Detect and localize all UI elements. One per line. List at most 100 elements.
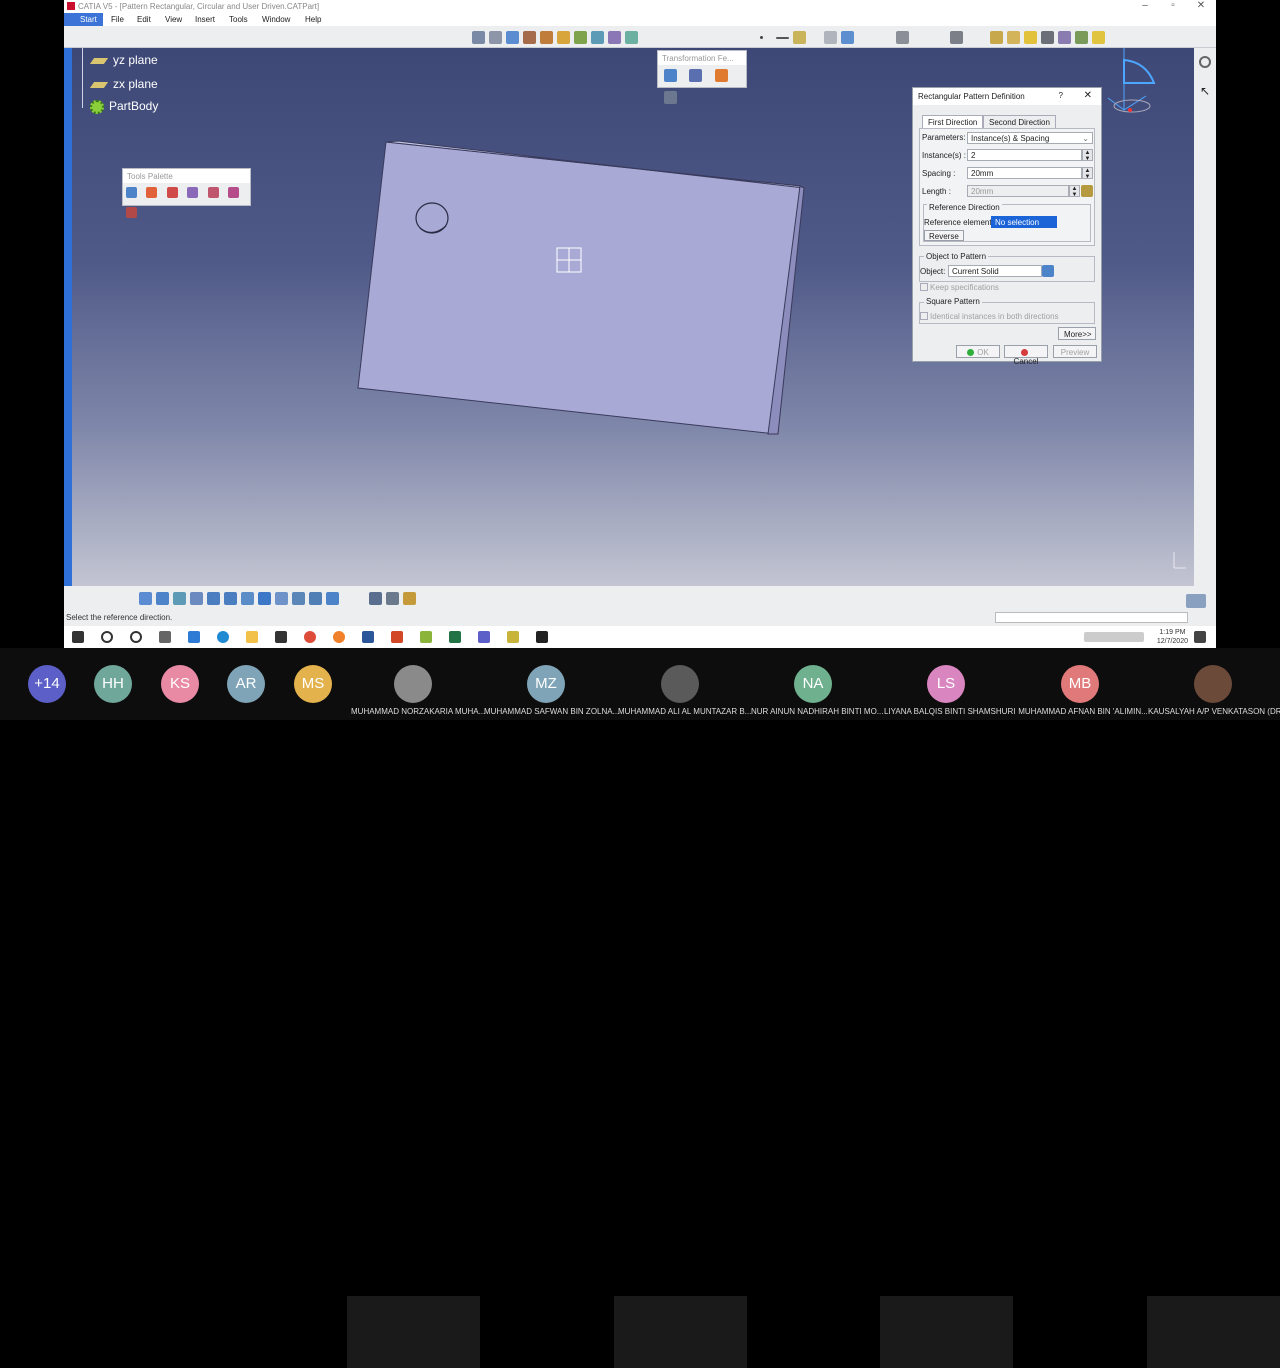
compass-icon[interactable] <box>1107 48 1156 113</box>
axis-system-icon[interactable] <box>1075 31 1088 44</box>
more-button[interactable]: More>> <box>1058 327 1096 340</box>
rectangular-pattern-dialog[interactable]: Rectangular Pattern Definition ? ✕ First… <box>912 87 1102 366</box>
shading-icon[interactable] <box>1007 31 1020 44</box>
word-icon[interactable] <box>362 631 374 643</box>
cortana-icon[interactable] <box>130 631 142 643</box>
line-icon[interactable] <box>776 37 789 39</box>
tab-first-direction[interactable]: First Direction <box>922 115 984 128</box>
formula-icon[interactable] <box>1081 185 1093 197</box>
stiffener-icon[interactable] <box>625 31 638 44</box>
minimize-button[interactable]: – <box>1138 0 1152 11</box>
material-icon[interactable] <box>403 592 416 605</box>
instances-input[interactable]: 2 <box>967 149 1082 161</box>
translation-icon[interactable] <box>664 69 677 82</box>
preview-button[interactable]: Preview <box>1053 345 1097 358</box>
catia-taskbar-icon[interactable] <box>536 631 548 643</box>
rectangular-pattern-icon[interactable] <box>714 69 728 82</box>
positioned-sketch-icon[interactable] <box>489 31 502 44</box>
settings-gear-icon[interactable] <box>1199 56 1211 68</box>
catalog-icon[interactable] <box>1092 31 1105 44</box>
select-tool-icon[interactable] <box>126 187 137 198</box>
task-view-icon[interactable] <box>159 631 171 643</box>
power-input-field[interactable] <box>995 612 1188 623</box>
projection-icon[interactable] <box>326 592 339 605</box>
keep-specifications-checkbox[interactable] <box>920 283 928 291</box>
rotate-icon[interactable] <box>190 592 203 605</box>
object-selector-icon[interactable] <box>1042 265 1054 277</box>
length-input[interactable]: 20mm <box>967 185 1069 197</box>
notifications-icon[interactable] <box>1194 631 1206 643</box>
thick-surface-icon[interactable] <box>841 31 854 44</box>
firefox-icon[interactable] <box>333 631 345 643</box>
rib-icon[interactable] <box>591 31 604 44</box>
dialog-close-button[interactable]: ✕ <box>1084 90 1092 101</box>
measure-icon[interactable] <box>896 31 909 44</box>
maximize-button[interactable]: ▫ <box>1166 0 1180 11</box>
annotation-icon[interactable] <box>386 592 399 605</box>
chrome-icon[interactable] <box>304 631 316 643</box>
menu-start[interactable]: Start <box>64 13 103 26</box>
object-field[interactable]: Current Solid <box>948 265 1042 277</box>
split-icon[interactable] <box>824 31 837 44</box>
spacing-stepper[interactable]: ▲ ▼ <box>1082 167 1093 180</box>
view-mode-icon[interactable] <box>275 592 288 605</box>
pan-icon[interactable] <box>173 592 186 605</box>
store-icon[interactable] <box>275 631 287 643</box>
plate-front-face[interactable] <box>357 141 801 435</box>
ok-button[interactable]: OK <box>956 345 1000 358</box>
paint-stroke-icon[interactable] <box>207 187 219 198</box>
intersecting-trap-icon[interactable] <box>126 207 137 218</box>
apply-material-icon[interactable] <box>990 31 1003 44</box>
render-icon[interactable] <box>1024 31 1037 44</box>
close-window-button[interactable]: ✕ <box>1194 0 1208 11</box>
hide-icon[interactable] <box>292 592 305 605</box>
shaft-icon[interactable] <box>540 31 553 44</box>
edge-icon[interactable] <box>217 631 229 643</box>
hide-show-icon[interactable] <box>1041 31 1054 44</box>
zoom-in-icon[interactable] <box>207 592 220 605</box>
instances-stepper[interactable]: ▲ ▼ <box>1082 149 1093 162</box>
scaling-icon[interactable] <box>664 91 677 104</box>
more-participants-button[interactable]: +14 <box>28 665 66 703</box>
trap-tool-icon[interactable] <box>146 187 158 198</box>
pad-icon[interactable] <box>506 31 519 44</box>
search-icon[interactable] <box>101 631 113 643</box>
menu-help[interactable]: Help <box>305 15 321 24</box>
swap-visible-icon[interactable] <box>1058 31 1071 44</box>
menu-window[interactable]: Window <box>262 15 290 24</box>
point-icon[interactable] <box>760 36 763 39</box>
menu-file[interactable]: File <box>111 15 124 24</box>
mirror-icon[interactable] <box>689 69 703 82</box>
mail-icon[interactable] <box>188 631 200 643</box>
quick-view-icon[interactable] <box>258 592 271 605</box>
boolean-icon[interactable] <box>950 31 963 44</box>
menu-view[interactable]: View <box>165 15 182 24</box>
plane-toolbar-icon[interactable] <box>793 31 806 44</box>
sketch-icon[interactable] <box>472 31 485 44</box>
cancel-button[interactable]: Cancel <box>1004 345 1048 366</box>
excel-icon[interactable] <box>449 631 461 643</box>
teams-icon[interactable] <box>478 631 490 643</box>
powerpoint-icon[interactable] <box>391 631 403 643</box>
windows-start-icon[interactable] <box>72 631 84 643</box>
transformation-features-toolbar[interactable]: Transformation Fe... <box>657 50 747 104</box>
length-stepper[interactable]: ▲ ▼ <box>1069 185 1080 198</box>
app-icon[interactable] <box>420 631 432 643</box>
pocket-icon[interactable] <box>523 31 536 44</box>
fit-all-icon[interactable] <box>156 592 169 605</box>
help-button[interactable]: ? <box>1059 91 1063 100</box>
app-icon-2[interactable] <box>507 631 519 643</box>
system-tray-icons[interactable] <box>1084 632 1144 642</box>
outside-trap-icon[interactable] <box>228 187 240 198</box>
zoom-out-icon[interactable] <box>224 592 237 605</box>
intersect-tool-icon[interactable] <box>166 187 178 198</box>
polygon-trap-icon[interactable] <box>187 187 199 198</box>
hole-icon[interactable] <box>574 31 587 44</box>
menu-insert[interactable]: Insert <box>195 15 215 24</box>
tab-second-direction[interactable]: Second Direction <box>983 115 1056 128</box>
parameters-select[interactable]: Instance(s) & Spacing ⌄ <box>967 132 1093 144</box>
normal-view-icon[interactable] <box>241 592 254 605</box>
tree-scroll-bar[interactable] <box>64 48 72 586</box>
file-explorer-icon[interactable] <box>246 631 258 643</box>
reverse-button[interactable]: Reverse <box>924 230 964 241</box>
